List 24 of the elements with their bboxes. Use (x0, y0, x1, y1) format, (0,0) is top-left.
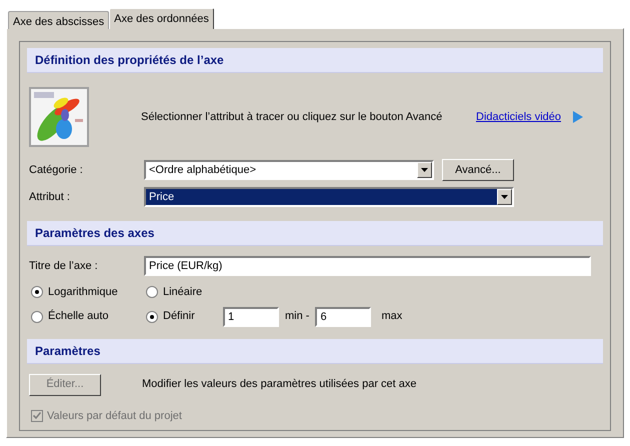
text-field[interactable]: 1 (223, 306, 279, 326)
video-tutorials-link[interactable]: Didacticiels vidéo (476, 108, 561, 126)
dropdown[interactable]: <Ordre alphabétique> (144, 160, 434, 180)
field-label: Attribut : (29, 190, 71, 205)
section-header: Définition des propriétés de l’axe (27, 48, 603, 73)
dropdown[interactable]: Price (144, 187, 514, 207)
min-label: min - (285, 309, 310, 324)
section-header: Paramètres des axes (27, 221, 603, 246)
field-label: Titre de l’axe : (29, 258, 99, 274)
radio-button[interactable]: Définir (146, 308, 223, 325)
instruction-text: Sélectionner l’attribut à tracer ou cliquez sur le bouton Avancé (141, 110, 442, 125)
radio-button[interactable]: Logarithmique (31, 284, 146, 300)
text-field[interactable]: 6 (315, 306, 372, 326)
field-label: Catégorie : (29, 162, 84, 178)
radio-button[interactable]: Linéaire (146, 284, 202, 300)
max-label: max (381, 309, 402, 324)
tab[interactable]: Axe des ordonnées (109, 8, 214, 29)
radio-button[interactable]: Échelle auto (31, 308, 146, 325)
description-text: Modifier les valeurs des paramètres utilisées par cet axe (142, 377, 417, 392)
advanced-button[interactable]: Avancé... (442, 159, 514, 181)
checkbox-label: Valeurs par défaut du projet (47, 408, 182, 424)
section-header: Paramètres (27, 338, 603, 364)
tab[interactable]: Axe des abscisses (8, 11, 110, 29)
text-field[interactable]: Price (EUR/kg) (144, 256, 591, 276)
